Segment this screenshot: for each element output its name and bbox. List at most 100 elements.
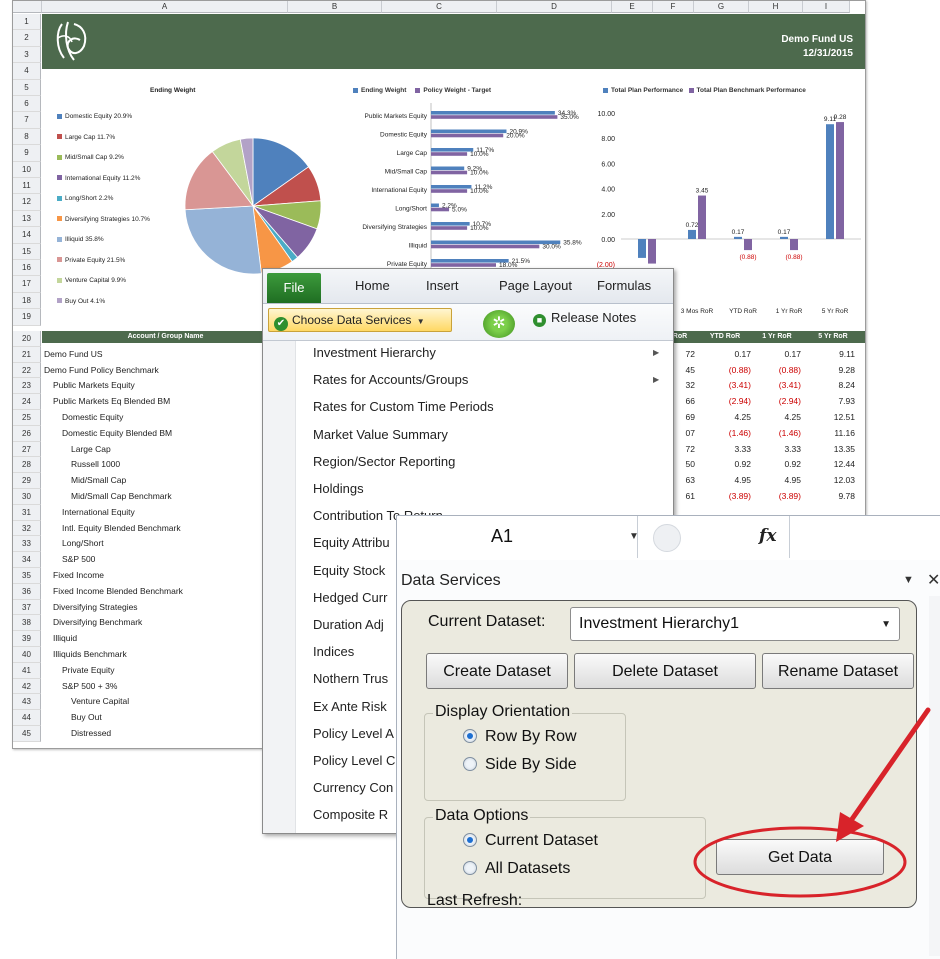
ytd-cell[interactable]: 0.17 (703, 347, 751, 362)
row-header[interactable]: 34 (13, 552, 41, 568)
ytd-cell[interactable]: (2.94) (703, 394, 751, 409)
table-row-name[interactable]: Large Cap (71, 442, 111, 457)
tab-file[interactable]: File (267, 273, 321, 303)
menu-item[interactable]: Indices (313, 644, 354, 659)
yr1-cell[interactable]: 4.25 (753, 410, 801, 425)
column-header[interactable]: B (288, 1, 382, 13)
yr5-cell[interactable]: 12.03 (807, 473, 855, 488)
yr1-cell[interactable]: 4.95 (753, 473, 801, 488)
row-by-row-radio[interactable]: Row By Row (463, 728, 577, 746)
table-row-name[interactable]: International Equity (62, 505, 135, 520)
menu-item[interactable]: Nothern Trus (313, 671, 388, 686)
yr1-cell[interactable]: (3.41) (753, 378, 801, 393)
yr1-cell[interactable]: 3.33 (753, 442, 801, 457)
menu-item[interactable]: Policy Level A (313, 726, 394, 741)
ytd-cell[interactable]: 0.92 (703, 457, 751, 472)
row-header[interactable]: 20 (13, 331, 41, 347)
row-header[interactable]: 23 (13, 378, 41, 395)
row-header[interactable]: 10 (13, 161, 41, 178)
row-header[interactable]: 31 (13, 504, 41, 521)
side-by-side-radio[interactable]: Side By Side (463, 756, 577, 774)
row-header[interactable]: 28 (13, 457, 41, 474)
row-header[interactable]: 3 (13, 46, 41, 64)
current-dataset-dropdown[interactable]: Investment Hierarchy1 ▼ (570, 607, 900, 641)
tab-home[interactable]: Home (355, 278, 390, 293)
menu-item[interactable]: Market Value Summary (313, 427, 448, 442)
menu-item[interactable]: Duration Adj (313, 617, 384, 632)
yr5-cell[interactable]: 9.28 (807, 363, 855, 378)
table-row-name[interactable]: Domestic Equity (62, 410, 123, 425)
table-row-name[interactable]: Intl. Equity Blended Benchmark (62, 521, 181, 536)
yr1-cell[interactable]: 0.92 (753, 457, 801, 472)
ytd-cell[interactable]: 4.25 (703, 410, 751, 425)
menu-item[interactable]: Equity Stock (313, 563, 385, 578)
table-row-name[interactable]: Distressed (71, 726, 111, 741)
column-header[interactable]: A (42, 1, 288, 13)
row-header[interactable]: 2 (13, 30, 41, 47)
table-row-name[interactable]: Public Markets Eq Blended BM (53, 394, 170, 409)
table-row-name[interactable]: S&P 500 (62, 552, 95, 567)
table-row-name[interactable]: Diversifying Benchmark (53, 615, 142, 630)
row-header[interactable]: 15 (13, 243, 41, 260)
ytd-cell[interactable]: (0.88) (703, 363, 751, 378)
row-header[interactable]: 43 (13, 694, 41, 711)
row-header[interactable]: 26 (13, 425, 41, 442)
row-header[interactable]: 13 (13, 210, 41, 228)
yr5-cell[interactable]: 11.16 (807, 426, 855, 441)
row-header[interactable]: 9 (13, 145, 41, 162)
table-row-name[interactable]: Russell 1000 (71, 457, 120, 472)
delete-dataset-button[interactable]: Delete Dataset (574, 653, 756, 689)
column-header[interactable]: H (749, 1, 803, 13)
row-header[interactable]: 35 (13, 568, 41, 584)
column-header[interactable]: D (497, 1, 612, 13)
yr5-cell[interactable]: 12.44 (807, 457, 855, 472)
row-header[interactable]: 5 (13, 79, 41, 96)
table-row-name[interactable]: Illiquid (53, 631, 77, 646)
name-box-dropdown-icon[interactable]: ▼ (629, 531, 639, 542)
row-header[interactable]: 45 (13, 726, 41, 742)
row-header[interactable]: 40 (13, 647, 41, 663)
yr1-cell[interactable]: (2.94) (753, 394, 801, 409)
row-header[interactable]: 4 (13, 63, 41, 80)
column-header[interactable]: C (382, 1, 497, 13)
menu-item[interactable]: Ex Ante Risk (313, 699, 387, 714)
yr1-cell[interactable]: (1.46) (753, 426, 801, 441)
row-header[interactable]: 12 (13, 194, 41, 211)
yr5-cell[interactable]: 8.24 (807, 378, 855, 393)
row-header[interactable]: 16 (13, 260, 41, 277)
row-header[interactable]: 21 (13, 346, 41, 363)
insert-function-icon[interactable]: fx (759, 526, 776, 546)
row-header[interactable]: 33 (13, 536, 41, 553)
ytd-cell[interactable]: (3.89) (703, 489, 751, 504)
yr5-cell[interactable]: 7.93 (807, 394, 855, 409)
panel-options-icon[interactable]: ▼ (903, 574, 914, 586)
menu-item[interactable]: Rates for Custom Time Periods (313, 399, 494, 414)
column-header[interactable]: G (694, 1, 749, 13)
column-header[interactable]: F (653, 1, 694, 13)
row-header[interactable]: 37 (13, 599, 41, 616)
ytd-cell[interactable]: (1.46) (703, 426, 751, 441)
tab-insert[interactable]: Insert (426, 278, 459, 293)
ytd-cell[interactable]: (3.41) (703, 378, 751, 393)
tab-page-layout[interactable]: Page Layout (499, 278, 572, 293)
menu-item[interactable]: Rates for Accounts/Groups (313, 372, 468, 387)
row-header[interactable]: 39 (13, 631, 41, 647)
table-row-name[interactable]: Venture Capital (71, 694, 129, 709)
yr1-cell[interactable]: 0.17 (753, 347, 801, 362)
row-header[interactable]: 22 (13, 362, 41, 379)
table-row-name[interactable]: Fixed Income (53, 568, 104, 583)
yr5-cell[interactable]: 9.78 (807, 489, 855, 504)
name-box[interactable]: A1 ▼ (397, 516, 639, 558)
row-header[interactable]: 27 (13, 441, 41, 458)
table-row-name[interactable]: Diversifying Strategies (53, 600, 138, 615)
menu-item[interactable]: Currency Con (313, 780, 393, 795)
menu-item[interactable]: Policy Level C (313, 753, 395, 768)
row-header[interactable]: 17 (13, 276, 41, 293)
menu-item[interactable]: Equity Attribu (313, 535, 390, 550)
ytd-cell[interactable]: 4.95 (703, 473, 751, 488)
row-header[interactable]: 29 (13, 473, 41, 489)
rename-dataset-button[interactable]: Rename Dataset (762, 653, 914, 689)
tab-formulas[interactable]: Formulas (597, 278, 651, 293)
yr1-cell[interactable]: (3.89) (753, 489, 801, 504)
all-datasets-radio[interactable]: All Datasets (463, 860, 570, 878)
